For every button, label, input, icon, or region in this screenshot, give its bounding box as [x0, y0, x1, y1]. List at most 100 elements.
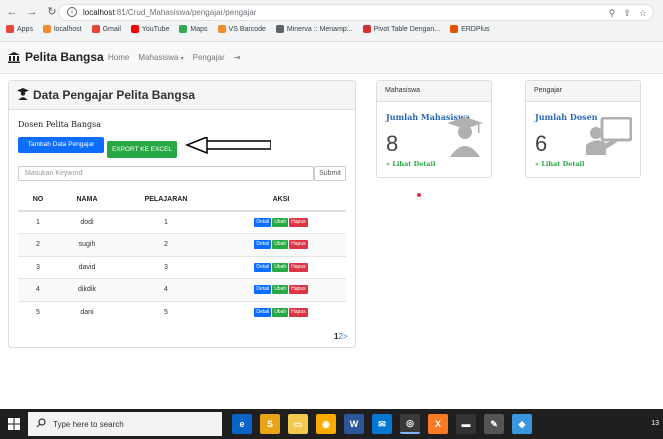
table-cell-pelajaran: 4 — [116, 278, 216, 301]
table-cell-nama: david — [58, 255, 116, 279]
hapus-button[interactable]: Hapus — [289, 218, 308, 227]
mahasiswa-card: Mahasiswa Jumlah Mahasiswa 8 » Lihat Det… — [376, 80, 492, 178]
detail-button[interactable]: Detail — [254, 262, 272, 272]
bookmark-favicon-icon — [42, 25, 51, 33]
bookmark-star-icon[interactable]: ☆ — [639, 8, 647, 19]
mail-icon[interactable]: ✉ — [372, 414, 392, 434]
hapus-button[interactable]: Hapus — [289, 285, 308, 295]
card-header: Mahasiswa — [377, 81, 491, 102]
reload-icon[interactable]: ↻ — [46, 6, 58, 18]
detail-button[interactable]: Detail — [254, 285, 272, 295]
table-header-row: NO NAMA PELAJARAN AKSI — [18, 189, 346, 212]
detail-button[interactable]: Detail — [254, 218, 272, 227]
ubah-button[interactable]: Ubah — [272, 308, 289, 317]
table-cell-no: 2 — [18, 233, 58, 256]
bookmark-item[interactable]: Apps — [6, 25, 33, 33]
zoom-icon[interactable]: ⚲ — [609, 8, 616, 19]
bookmark-item[interactable]: localhost — [42, 25, 82, 33]
detail-button[interactable]: Detail — [254, 240, 272, 250]
nav-item-label: Pengajar — [192, 53, 225, 62]
brand[interactable]: Pelita Bangsa — [8, 50, 104, 64]
bookmark-item[interactable]: Minerva :: Menamp... — [275, 25, 353, 33]
inkscape-icon[interactable]: ✎ — [484, 414, 504, 434]
detail-button[interactable]: Detail — [254, 308, 272, 317]
info-icon[interactable]: i — [67, 7, 77, 17]
bookmark-item[interactable]: Pivot Table Dengan... — [362, 25, 441, 33]
bookmark-label: Minerva :: Menamp... — [286, 25, 353, 33]
ubah-button[interactable]: Ubah — [272, 240, 289, 250]
export-excel-button[interactable]: EXPORT KE EXCEL — [107, 141, 177, 158]
windows-taskbar: Type here to search e S ▭ ◉ W ✉ ◎ X ▬ ✎ … — [0, 409, 663, 439]
bookmark-label: ERDPlus — [461, 25, 490, 33]
bookmark-label: localhost — [53, 25, 82, 33]
table-cell-nama: dikdik — [58, 278, 116, 301]
bank-icon — [8, 51, 20, 63]
taskbar-apps: e S ▭ ◉ W ✉ ◎ X ▬ ✎ ◆ — [232, 414, 532, 434]
nav-item[interactable]: Mahasiswa ▾ — [138, 53, 183, 62]
chrome-canary-icon[interactable]: ◉ — [316, 414, 336, 434]
taskbar-search-placeholder: Type here to search — [53, 419, 124, 429]
table-cell-nama: dodi — [58, 210, 116, 234]
lihat-detail-link[interactable]: » Lihat Detail — [535, 160, 585, 168]
share-icon[interactable]: ⇪ — [623, 8, 631, 19]
sublime-icon[interactable]: S — [260, 414, 280, 434]
windows-start-icon[interactable] — [8, 418, 20, 430]
table-cell-nama: sugih — [58, 233, 116, 256]
browser-chrome: ← → ↻ i localhost:81/Crud_Mahasiswa/peng… — [0, 0, 663, 42]
table-cell-pelajaran: 1 — [116, 210, 216, 234]
table-row: 3 david 3 Detail Ubah Hapus — [18, 255, 346, 279]
hapus-button[interactable]: Hapus — [289, 308, 308, 317]
nav-item[interactable]: ⇥ — [234, 53, 241, 62]
lihat-detail-link[interactable]: » Lihat Detail — [386, 160, 436, 168]
ubah-button[interactable]: Ubah — [272, 262, 289, 272]
forward-icon[interactable]: → — [26, 6, 38, 18]
table-cell-nama: dani — [58, 300, 116, 324]
hapus-button[interactable]: Hapus — [289, 262, 308, 272]
file-explorer-icon[interactable]: ▭ — [288, 414, 308, 434]
table-cell-aksi: Detail Ubah Hapus — [216, 255, 346, 279]
nav-item[interactable]: Pengajar — [193, 53, 225, 62]
taskbar-search[interactable]: Type here to search — [28, 412, 222, 436]
nav-item[interactable]: Home — [108, 53, 129, 62]
bookmark-label: Maps — [190, 25, 208, 33]
app-navbar: Pelita Bangsa Home Mahasiswa ▾ Pengajar ⇥ — [0, 42, 663, 74]
bookmark-favicon-icon — [91, 25, 100, 33]
pagination: 12> — [334, 332, 348, 341]
bookmark-item[interactable]: Maps — [179, 25, 208, 33]
keyword-search-input[interactable]: Masukan Keyword — [18, 166, 314, 181]
add-pengajar-button[interactable]: Tambah Data Pengajar — [18, 137, 104, 153]
word-icon[interactable]: W — [344, 414, 364, 434]
back-icon[interactable]: ← — [6, 6, 18, 18]
bookmark-item[interactable]: Gmail — [91, 25, 121, 33]
table-cell-pelajaran: 3 — [116, 255, 216, 279]
bookmark-favicon-icon — [450, 25, 459, 33]
bookmark-item[interactable]: ERDPlus — [450, 25, 489, 33]
table-row: 5 dani 5 Detail Ubah Hapus — [18, 300, 346, 324]
search-icon — [36, 418, 46, 430]
xampp-icon[interactable]: X — [428, 414, 448, 434]
app-icon[interactable]: ◆ — [512, 414, 532, 434]
page-next-arrow[interactable]: > — [343, 332, 348, 341]
bookmark-item[interactable]: VS Barcode — [217, 25, 266, 33]
apps-grid-icon — [6, 25, 14, 33]
bookmark-favicon-icon — [217, 25, 226, 33]
page-title: Data Pengajar Pelita Bangsa — [33, 88, 196, 102]
ubah-button[interactable]: Ubah — [272, 218, 289, 227]
bookmark-favicon-icon — [275, 25, 284, 33]
bookmark-item[interactable]: YouTube — [130, 25, 170, 33]
hapus-button[interactable]: Hapus — [289, 240, 308, 250]
table-cell-aksi: Detail Ubah Hapus — [216, 233, 346, 256]
bookmark-label: Pivot Table Dengan... — [373, 25, 441, 33]
submit-button[interactable]: Submit — [314, 166, 346, 181]
brand-name: Pelita Bangsa — [25, 50, 104, 64]
table-cell-aksi: Detail Ubah Hapus — [216, 210, 346, 234]
address-bar[interactable]: i localhost:81/Crud_Mahasiswa/pengajar/p… — [58, 4, 654, 21]
chrome-icon[interactable]: ◎ — [400, 414, 420, 434]
edge-icon[interactable]: e — [232, 414, 252, 434]
ubah-button[interactable]: Ubah — [272, 285, 289, 295]
table-row: 4 dikdik 4 Detail Ubah Hapus — [18, 278, 346, 301]
tray-text: 13 — [651, 420, 659, 427]
terminal-icon[interactable]: ▬ — [456, 414, 476, 434]
bookmark-label: YouTube — [141, 25, 170, 33]
address-actions: ⚲ ⇪ ☆ — [609, 8, 647, 19]
